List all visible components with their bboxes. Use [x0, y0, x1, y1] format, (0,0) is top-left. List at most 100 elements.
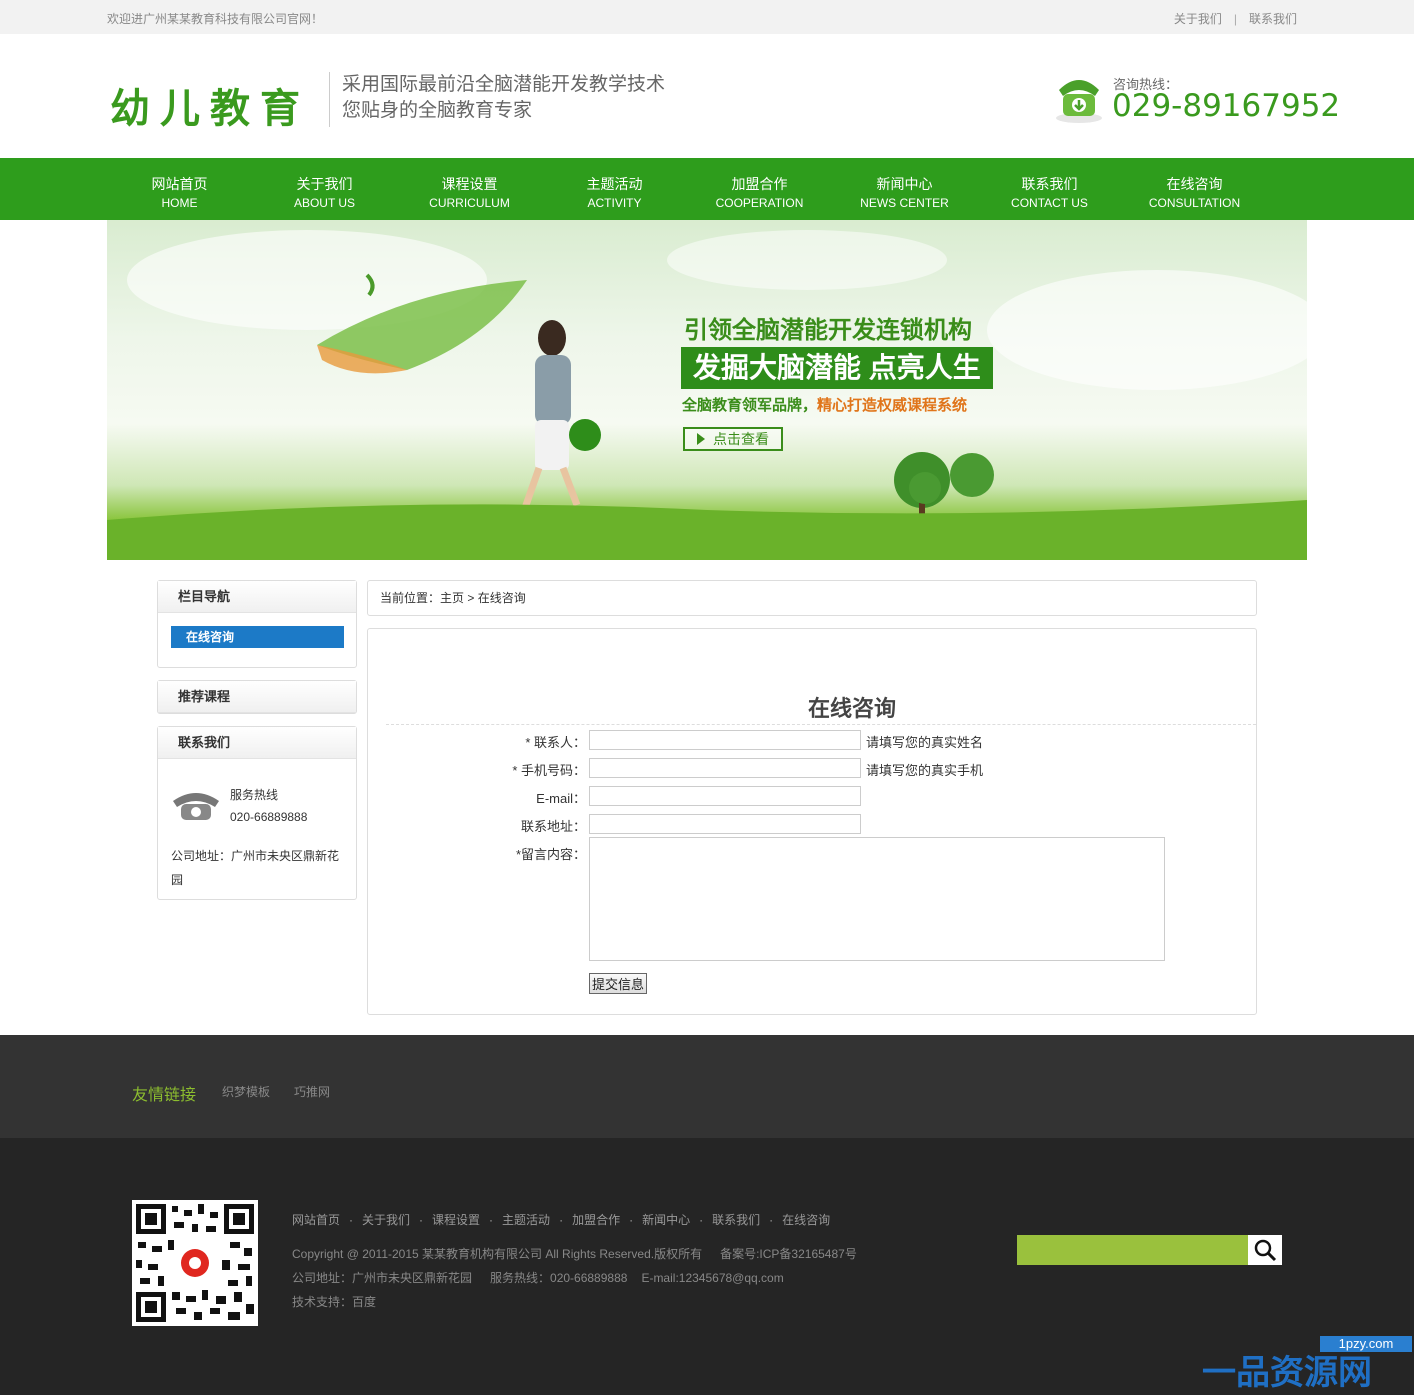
nav-item-consultation[interactable]: 在线咨询 CONSULTATION — [1122, 158, 1267, 220]
nav-label-cn: 加盟合作 — [731, 176, 788, 192]
nav-label-en: COOPERATION — [715, 196, 804, 210]
nav-item-about[interactable]: 关于我们 ABOUT US — [252, 158, 397, 220]
header-slogan: 采用国际最前沿全脑潜能开发教学技术 您贴身的全脑教育专家 — [342, 72, 665, 124]
nav-item-home[interactable]: 网站首页 HOME — [107, 158, 252, 220]
name-input[interactable] — [589, 730, 861, 750]
nav-label-cn: 关于我们 — [296, 176, 353, 192]
top-link-about[interactable]: 关于我们 — [1174, 12, 1222, 26]
nav-label-en: CONSULTATION — [1148, 196, 1241, 210]
slogan-line-2: 您贴身的全脑教育专家 — [342, 100, 533, 121]
nav-item-cooperation[interactable]: 加盟合作 COOPERATION — [687, 158, 832, 220]
arrow-right-icon — [697, 433, 705, 445]
footer-copyright-line: Copyright @ 2011-2015 某某教育机构有限公司 All Rig… — [292, 1245, 857, 1262]
footer-nav: 网站首页 · 关于我们 · 课程设置 · 主题活动 · 加盟合作 · 新闻中心 · 联系我们 · 在线咨询 — [292, 1211, 830, 1228]
nav-item-news[interactable]: 新闻中心 NEWS CENTER — [832, 158, 977, 220]
consultation-form: 在线咨询 * 联系人： 请填写您的真实姓名 * 手机号码： 请填写您的真实手机 … — [367, 628, 1257, 1015]
nav-label-en: ABOUT US — [293, 196, 356, 210]
qr-code — [132, 1200, 258, 1326]
top-link-contact[interactable]: 联系我们 — [1249, 12, 1297, 26]
footer-dot: · — [699, 1213, 704, 1227]
banner-line-3: 全脑教育领军品牌，精心打造权威课程系统 — [682, 394, 967, 415]
banner-line-2: 发掘大脑潜能 点亮人生 — [681, 347, 993, 389]
nav-label-en: CONTACT US — [1011, 196, 1088, 210]
footer-dot: · — [349, 1213, 354, 1227]
sidebar-courses-title[interactable]: 推荐课程 — [158, 681, 356, 713]
message-label: *留言内容： — [515, 847, 586, 862]
sidebar-contact-box: 联系我们 服务热线 020-66889888 公司地址：广州市未央区鼎新花园 — [157, 726, 357, 900]
nav-label-en: NEWS CENTER — [860, 196, 949, 210]
breadcrumb: 当前位置：主页 > 在线咨询 — [367, 580, 1257, 616]
phone-hint: 请填写您的真实手机 — [866, 763, 984, 778]
address-input[interactable] — [589, 814, 861, 834]
phone-label: * 手机号码： — [512, 763, 586, 778]
footer-contact-line: 公司地址：广州市未央区鼎新花园 服务热线：020-66889888 E-mail:1… — [292, 1269, 784, 1286]
footer-address: 公司地址：广州市未央区鼎新花园 — [292, 1271, 473, 1285]
welcome-text: 欢迎进广州某某教育科技有限公司官网！ — [107, 12, 324, 26]
breadcrumb-home[interactable]: 主页 — [440, 591, 464, 605]
submit-button[interactable]: 提交信息 — [589, 973, 648, 994]
top-links: 关于我们 | 联系我们 — [1174, 10, 1297, 27]
form-divider — [386, 724, 1256, 725]
email-input[interactable] — [589, 786, 861, 806]
phone-input[interactable] — [589, 758, 861, 778]
nav-item-contact[interactable]: 联系我们 CONTACT US — [977, 158, 1122, 220]
footer-link-news[interactable]: 新闻中心 — [642, 1213, 690, 1227]
top-link-separator: | — [1233, 12, 1237, 26]
site-logo[interactable]: 幼儿教育 — [110, 76, 310, 134]
friend-link-1[interactable]: 织梦模板 — [222, 1083, 270, 1100]
nav-label-cn: 新闻中心 — [876, 176, 933, 192]
nav-label-en: ACTIVITY — [587, 196, 642, 210]
footer-link-home[interactable]: 网站首页 — [292, 1213, 340, 1227]
name-hint: 请填写您的真实姓名 — [866, 735, 984, 750]
footer-link-contact[interactable]: 联系我们 — [712, 1213, 760, 1227]
footer-dot: · — [559, 1213, 564, 1227]
footer-dot: · — [419, 1213, 424, 1227]
contact-hotline-number: 020-66889888 — [230, 810, 308, 824]
banner-view-label: 点击查看 — [713, 431, 769, 447]
banner-view-button[interactable]: 点击查看 — [683, 427, 783, 451]
banner-line-1: 引领全脑潜能开发连锁机构 — [684, 317, 972, 344]
nav-label-en: HOME — [161, 196, 198, 210]
footer-link-about[interactable]: 关于我们 — [362, 1213, 410, 1227]
message-textarea[interactable] — [589, 837, 1165, 961]
nav-label-cn: 课程设置 — [441, 176, 498, 192]
footer-dot: · — [629, 1213, 634, 1227]
email-label: E-mail： — [536, 791, 586, 806]
hero-banner[interactable]: 引领全脑潜能开发连锁机构 发掘大脑潜能 点亮人生 全脑教育领军品牌，精心打造权威… — [107, 220, 1307, 560]
nav-label-cn: 联系我们 — [1021, 176, 1078, 192]
footer-dot: · — [489, 1213, 494, 1227]
slogan-line-1: 采用国际最前沿全脑潜能开发教学技术 — [342, 74, 666, 95]
telephone-icon — [1056, 80, 1102, 123]
nav-label-cn: 网站首页 — [151, 176, 208, 192]
footer-hotline: 服务热线：020-66889888 — [490, 1271, 628, 1285]
footer-search-input[interactable] — [1017, 1235, 1248, 1265]
friend-links-title: 友情链接 — [132, 1087, 197, 1104]
footer-icp: 备案号:ICP备32165487号 — [720, 1247, 857, 1261]
footer-dot: · — [769, 1213, 774, 1227]
nav-label-cn: 在线咨询 — [1166, 176, 1223, 192]
footer-link-activity[interactable]: 主题活动 — [502, 1213, 550, 1227]
breadcrumb-separator: > — [467, 591, 475, 605]
contact-address: 公司地址：广州市未央区鼎新花园 — [171, 849, 340, 887]
footer-search-button[interactable] — [1248, 1235, 1282, 1265]
banner-line-3b: 精心打造权威课程系统 — [817, 397, 968, 414]
breadcrumb-current: 在线咨询 — [477, 591, 526, 605]
footer-link-consultation[interactable]: 在线咨询 — [782, 1213, 830, 1227]
footer-link-cooperation[interactable]: 加盟合作 — [572, 1213, 620, 1227]
nav-item-curriculum[interactable]: 课程设置 CURRICULUM — [397, 158, 542, 220]
friend-links-bar: 友情链接 织梦模板 巧推网 — [0, 1035, 1414, 1138]
nav-item-activity[interactable]: 主题活动 ACTIVITY — [542, 158, 687, 220]
watermark-name: 一品资源网 — [1202, 1354, 1372, 1392]
sidebar-nav-box: 栏目导航 在线咨询 — [157, 580, 357, 668]
sidebar-nav-title: 栏目导航 — [158, 581, 356, 613]
sidebar-contact-title: 联系我们 — [158, 727, 356, 759]
telephone-icon — [173, 793, 219, 820]
footer-link-curriculum[interactable]: 课程设置 — [432, 1213, 480, 1227]
search-icon — [1254, 1239, 1277, 1262]
nav-label-cn: 主题活动 — [586, 176, 643, 192]
friend-link-2[interactable]: 巧推网 — [294, 1083, 330, 1100]
address-label: 联系地址： — [520, 819, 586, 834]
banner-line-3a: 全脑教育领军品牌， — [682, 397, 818, 414]
watermark-domain: 1pzy.com — [1320, 1336, 1412, 1352]
sidebar-item-consultation[interactable]: 在线咨询 — [171, 626, 344, 648]
